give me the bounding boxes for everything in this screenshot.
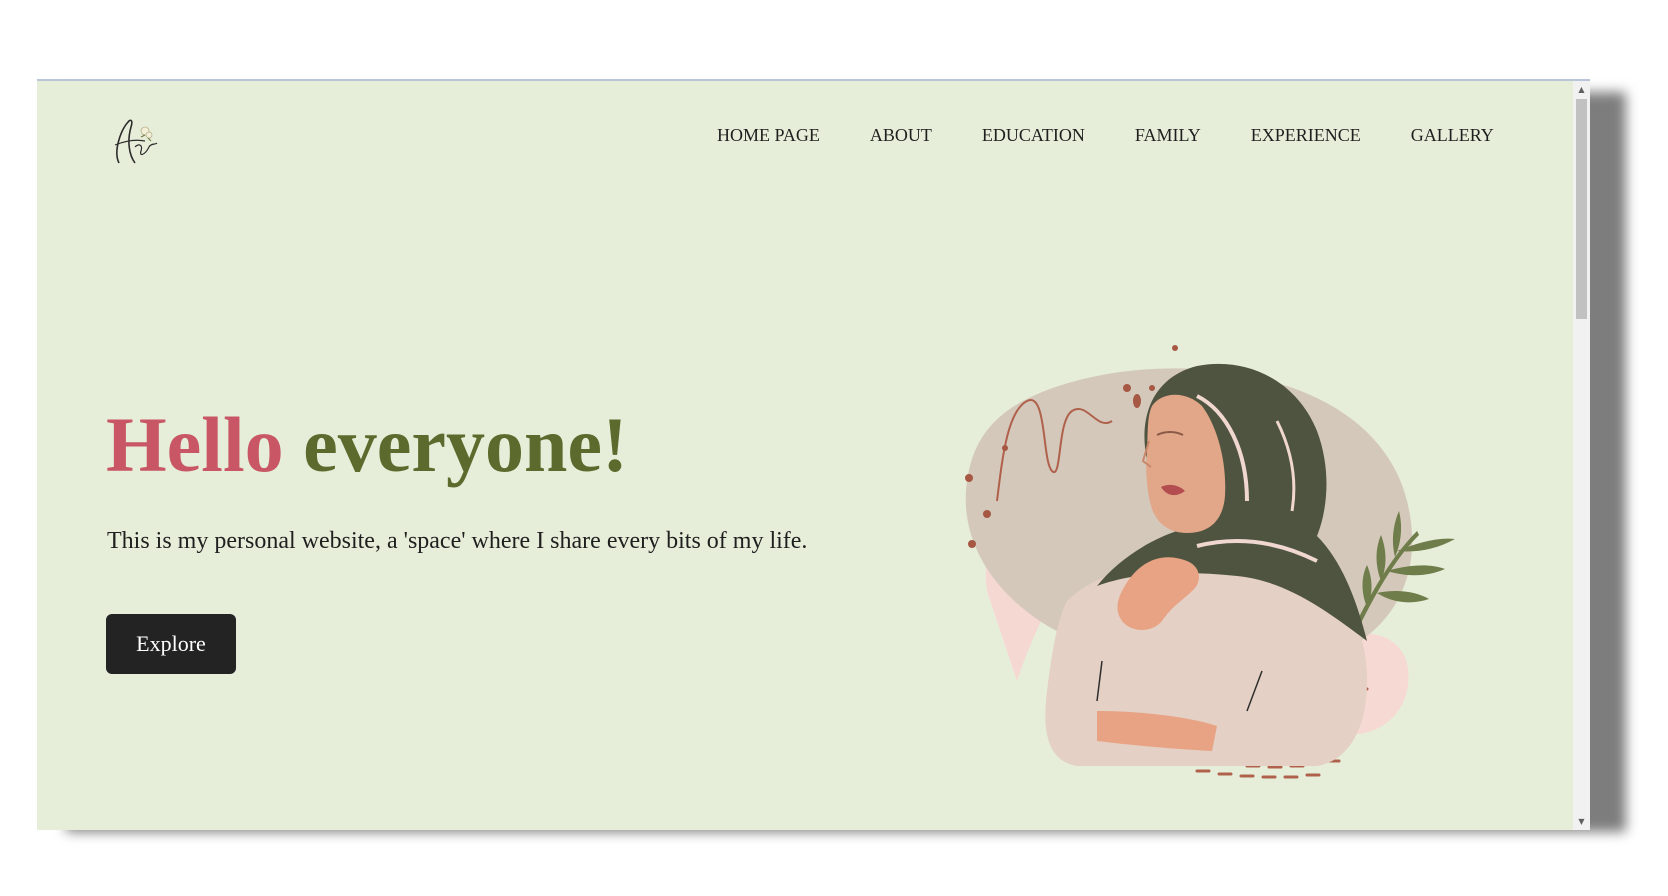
hero-subtitle: This is my personal website, a 'space' w… — [107, 528, 808, 554]
hero-title-everyone: everyone! — [303, 401, 628, 488]
vertical-scrollbar[interactable]: ▲ ▼ — [1573, 81, 1590, 830]
signature-logo-icon — [114, 119, 158, 164]
nav-item-gallery[interactable]: GALLERY — [1411, 125, 1494, 146]
hero-title-hello: Hello — [106, 401, 284, 488]
hero-title: Hello everyone! — [106, 406, 628, 484]
nav-item-experience[interactable]: EXPERIENCE — [1251, 125, 1361, 146]
hero-illustration — [947, 261, 1527, 821]
main-nav: HOME PAGE ABOUT EDUCATION FAMILY EXPERIE… — [717, 125, 1544, 146]
scroll-thumb[interactable] — [1576, 99, 1587, 319]
explore-button[interactable]: Explore — [106, 614, 236, 674]
nav-item-home-page[interactable]: HOME PAGE — [717, 125, 820, 146]
site-logo[interactable] — [105, 111, 165, 171]
scroll-up-arrow-icon[interactable]: ▲ — [1573, 81, 1590, 98]
nav-item-about[interactable]: ABOUT — [870, 125, 932, 146]
nav-item-education[interactable]: EDUCATION — [982, 125, 1085, 146]
browser-viewport: HOME PAGE ABOUT EDUCATION FAMILY EXPERIE… — [37, 79, 1590, 830]
screenshot-stage: HOME PAGE ABOUT EDUCATION FAMILY EXPERIE… — [0, 0, 1668, 896]
hijab-woman-illustration — [965, 345, 1455, 779]
nav-item-family[interactable]: FAMILY — [1135, 125, 1201, 146]
scroll-down-arrow-icon[interactable]: ▼ — [1573, 813, 1590, 830]
